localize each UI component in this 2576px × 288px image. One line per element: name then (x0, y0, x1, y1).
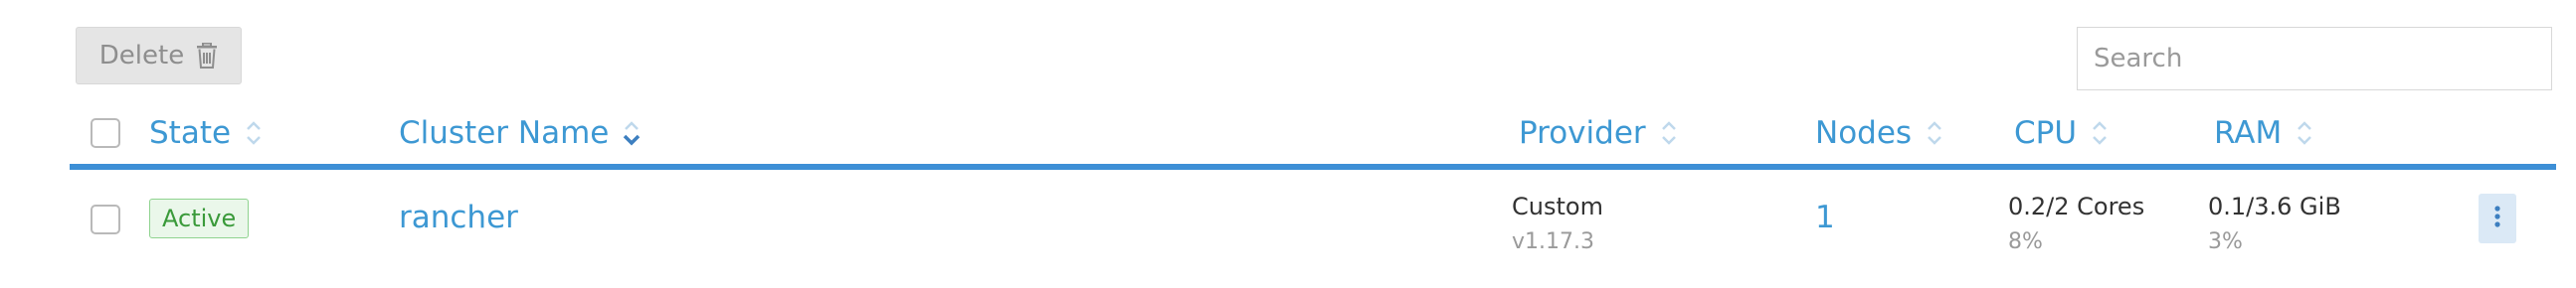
cpu-usage: 0.2/2 Cores (2008, 193, 2145, 220)
column-header-label: State (149, 115, 232, 151)
ram-usage: 0.1/3.6 GiB (2208, 193, 2341, 220)
row-actions-button[interactable] (2479, 194, 2516, 243)
clusters-page: Delete State Cluster Name (0, 0, 2576, 288)
row-checkbox[interactable] (91, 205, 120, 234)
sort-icon (2091, 118, 2109, 148)
delete-button[interactable]: Delete (76, 27, 242, 84)
column-header-label: Nodes (1815, 115, 1913, 151)
column-header-label: Cluster Name (399, 115, 610, 151)
select-all-checkbox[interactable] (91, 118, 120, 148)
cpu-percent: 8% (2008, 229, 2043, 254)
provider-name: Custom (1512, 193, 1603, 220)
column-header-nodes[interactable]: Nodes (1815, 115, 1943, 151)
column-header-cpu[interactable]: CPU (2014, 115, 2109, 151)
ram-percent: 3% (2208, 229, 2243, 254)
sort-icon (1660, 118, 1678, 148)
column-header-label: RAM (2214, 115, 2283, 151)
sort-down-icon (623, 118, 641, 148)
status-badge: Active (149, 199, 250, 238)
sort-icon (1926, 118, 1943, 148)
column-header-label: Provider (1519, 115, 1646, 151)
column-header-state[interactable]: State (149, 115, 263, 151)
more-vertical-icon (2493, 205, 2501, 232)
search-input[interactable] (2077, 27, 2552, 90)
table-header: State Cluster Name Provider Nodes CPU RA… (0, 99, 2576, 169)
provider-version: v1.17.3 (1512, 229, 1594, 254)
sort-icon (245, 118, 263, 148)
table-row: Active rancher Custom v1.17.3 1 0.2/2 Co… (0, 170, 2576, 269)
nodes-count-link[interactable]: 1 (1815, 200, 1835, 235)
column-header-label: CPU (2014, 115, 2078, 151)
cluster-name-link[interactable]: rancher (399, 200, 518, 235)
delete-button-label: Delete (98, 41, 185, 71)
trash-icon (196, 42, 218, 69)
column-header-ram[interactable]: RAM (2214, 115, 2313, 151)
column-header-cluster-name[interactable]: Cluster Name (399, 115, 641, 151)
sort-icon (2296, 118, 2313, 148)
column-header-provider[interactable]: Provider (1519, 115, 1678, 151)
